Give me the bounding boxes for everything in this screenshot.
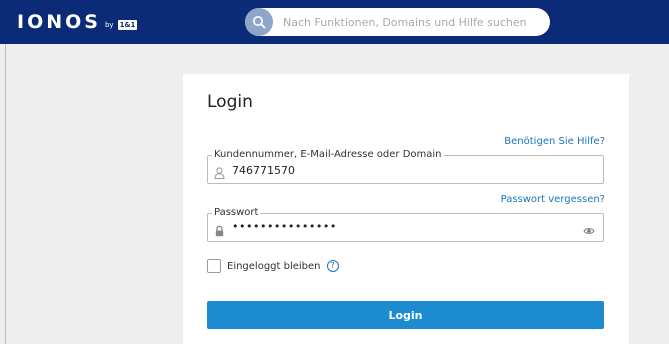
customer-field-label: Kundennummer, E-Mail-Adresse oder Domain <box>212 149 444 161</box>
help-link[interactable]: Benötigen Sie Hilfe? <box>504 136 605 147</box>
divider <box>5 44 6 344</box>
ionos-logo[interactable]: IONOS by 1&1 <box>17 11 138 33</box>
remember-me-label[interactable]: Eingeloggt bleiben <box>227 261 321 272</box>
customer-field[interactable]: Kundennummer, E-Mail-Adresse oder Domain <box>207 149 604 184</box>
remember-me-row: Eingeloggt bleiben ? <box>207 259 339 273</box>
logo-badge: 1&1 <box>117 20 138 30</box>
eye-icon[interactable] <box>583 222 595 234</box>
login-card: Login Benötigen Sie Hilfe? Kundennummer,… <box>183 74 629 344</box>
password-field-label: Passwort <box>212 207 261 219</box>
forgot-password-link[interactable]: Passwort vergessen? <box>501 194 605 205</box>
remember-me-checkbox[interactable] <box>207 259 221 273</box>
search-bar <box>245 8 550 36</box>
lock-icon <box>214 222 225 237</box>
logo-by-text: by <box>104 21 114 29</box>
user-icon <box>214 164 225 179</box>
password-input[interactable]: ••••••••••••••• <box>232 220 572 236</box>
login-button[interactable]: Login <box>207 301 604 329</box>
search-icon[interactable] <box>245 8 273 36</box>
page-title: Login <box>207 92 253 112</box>
top-header: IONOS by 1&1 <box>0 0 669 44</box>
help-circle-icon[interactable]: ? <box>326 260 339 272</box>
password-field[interactable]: Passwort ••••••••••••••• <box>207 207 604 242</box>
logo-text: IONOS <box>17 11 101 33</box>
search-input[interactable] <box>283 8 538 36</box>
customer-input[interactable] <box>232 162 572 178</box>
